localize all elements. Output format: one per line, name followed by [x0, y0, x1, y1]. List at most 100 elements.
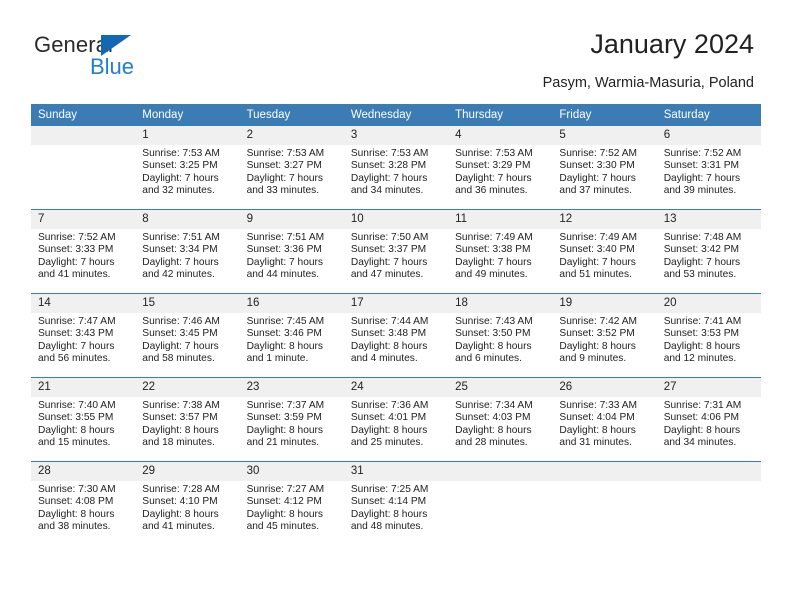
- day-box: 12 Sunrise: 7:49 AM Sunset: 3:40 PM Dayligh…: [552, 210, 657, 293]
- day-details: Sunrise: 7:34 AM Sunset: 4:03 PM Daylight:…: [448, 397, 552, 450]
- calendar-day-cell[interactable]: 26 Sunrise: 7:33 AM Sunset: 4:04 PM Dayligh…: [552, 377, 657, 462]
- calendar-day-cell[interactable]: 29 Sunrise: 7:28 AM Sunset: 4:10 PM Dayligh…: [135, 461, 240, 545]
- sunset-text: Sunset: 4:08 PM: [38, 496, 114, 508]
- daylight-text: Daylight: 8 hours and 4 minutes.: [350, 340, 428, 365]
- day-details: Sunrise: 7:52 AM Sunset: 3:31 PM Daylight:…: [657, 145, 761, 198]
- calendar-page: General Blue January 2024 Pasym, Warmia-…: [0, 0, 792, 612]
- calendar-day-cell[interactable]: 8 Sunrise: 7:51 AM Sunset: 3:34 PM Daylight…: [135, 209, 240, 294]
- sunrise-text: Sunrise: 7:51 AM: [142, 232, 220, 243]
- calendar-day-cell[interactable]: 31 Sunrise: 7:25 AM Sunset: 4:14 PM Dayligh…: [343, 461, 449, 545]
- day-details: Sunrise: 7:45 AM Sunset: 3:46 PM Daylight:…: [240, 313, 344, 366]
- sunrise-text: Sunrise: 7:53 AM: [246, 148, 325, 159]
- daylight-text: Daylight: 8 hours and 12 minutes.: [663, 340, 741, 365]
- calendar-day-cell[interactable]: 22 Sunrise: 7:38 AM Sunset: 3:57 PM Dayligh…: [135, 377, 240, 462]
- day-details: Sunrise: 7:46 AM Sunset: 3:45 PM Daylight:…: [135, 313, 239, 366]
- day-details: Sunrise: 7:52 AM Sunset: 3:33 PM Daylight:…: [31, 229, 135, 282]
- sunrise-text: Sunrise: 7:48 AM: [663, 232, 742, 243]
- calendar-day-cell[interactable]: 6 Sunrise: 7:52 AM Sunset: 3:31 PM Daylight…: [656, 126, 761, 210]
- calendar-day-cell[interactable]: 11 Sunrise: 7:49 AM Sunset: 3:38 PM Dayligh…: [448, 209, 553, 294]
- sunrise-text: Sunrise: 7:53 AM: [455, 148, 533, 159]
- day-box: 5 Sunrise: 7:52 AM Sunset: 3:30 PM Daylight…: [552, 126, 657, 209]
- day-number: 14: [31, 294, 136, 313]
- day-details: Sunrise: 7:27 AM Sunset: 4:12 PM Daylight:…: [240, 481, 344, 534]
- calendar-day-cell[interactable]: 20 Sunrise: 7:41 AM Sunset: 3:53 PM Dayligh…: [656, 293, 761, 378]
- page-subtitle-location: Pasym, Warmia-Masuria, Poland: [542, 75, 754, 91]
- day-number: 23: [239, 378, 344, 397]
- calendar-week-row: 21 Sunrise: 7:40 AM Sunset: 3:55 PM Dayligh…: [31, 377, 761, 462]
- day-number: 19: [552, 294, 657, 313]
- calendar-day-cell-empty: [31, 126, 136, 210]
- day-box: 26 Sunrise: 7:33 AM Sunset: 4:04 PM Dayligh…: [552, 378, 657, 461]
- calendar-day-cell[interactable]: 17 Sunrise: 7:44 AM Sunset: 3:48 PM Dayligh…: [343, 293, 449, 378]
- sunset-text: Sunset: 3:59 PM: [246, 412, 322, 424]
- day-box: [31, 126, 136, 209]
- sunset-text: Sunset: 3:53 PM: [663, 328, 740, 340]
- day-box: 25 Sunrise: 7:34 AM Sunset: 4:03 PM Dayligh…: [448, 378, 553, 461]
- sunrise-text: Sunrise: 7:37 AM: [246, 400, 325, 411]
- calendar-day-cell[interactable]: 12 Sunrise: 7:49 AM Sunset: 3:40 PM Dayligh…: [552, 209, 657, 294]
- sunrise-text: Sunrise: 7:49 AM: [559, 232, 637, 243]
- daylight-text: Daylight: 7 hours and 56 minutes.: [38, 340, 115, 365]
- sunrise-text: Sunrise: 7:52 AM: [559, 148, 637, 159]
- sunrise-text: Sunrise: 7:34 AM: [455, 400, 533, 411]
- day-details: Sunrise: 7:31 AM Sunset: 4:06 PM Daylight:…: [657, 397, 761, 450]
- sunset-text: Sunset: 3:45 PM: [142, 328, 218, 340]
- daylight-text: Daylight: 8 hours and 6 minutes.: [455, 340, 532, 365]
- sunset-text: Sunset: 3:31 PM: [663, 160, 740, 172]
- daylight-text: Daylight: 8 hours and 1 minute.: [246, 340, 324, 365]
- daylight-text: Daylight: 7 hours and 32 minutes.: [142, 172, 219, 197]
- day-box: [656, 462, 761, 545]
- day-details: Sunrise: 7:53 AM Sunset: 3:25 PM Daylight:…: [135, 145, 239, 198]
- calendar-day-cell[interactable]: 28 Sunrise: 7:30 AM Sunset: 4:08 PM Dayligh…: [31, 461, 136, 545]
- calendar-day-cell[interactable]: 4 Sunrise: 7:53 AM Sunset: 3:29 PM Daylight…: [448, 126, 553, 210]
- calendar-day-cell[interactable]: 18 Sunrise: 7:43 AM Sunset: 3:50 PM Dayligh…: [448, 293, 553, 378]
- day-number: 31: [343, 462, 449, 481]
- calendar-day-cell[interactable]: 21 Sunrise: 7:40 AM Sunset: 3:55 PM Dayligh…: [31, 377, 136, 462]
- sunset-text: Sunset: 3:42 PM: [663, 244, 740, 256]
- daylight-text: Daylight: 7 hours and 58 minutes.: [142, 340, 219, 365]
- calendar-day-cell[interactable]: 25 Sunrise: 7:34 AM Sunset: 4:03 PM Dayligh…: [448, 377, 553, 462]
- day-box: 6 Sunrise: 7:52 AM Sunset: 3:31 PM Daylight…: [656, 126, 761, 209]
- calendar-day-cell[interactable]: 2 Sunrise: 7:53 AM Sunset: 3:27 PM Daylight…: [239, 126, 344, 210]
- sunrise-text: Sunrise: 7:33 AM: [559, 400, 637, 411]
- calendar-day-cell[interactable]: 14 Sunrise: 7:47 AM Sunset: 3:43 PM Dayligh…: [31, 293, 136, 378]
- sunrise-text: Sunrise: 7:52 AM: [663, 148, 742, 159]
- sunrise-text: Sunrise: 7:41 AM: [663, 316, 742, 327]
- brand-logo[interactable]: General Blue: [34, 32, 214, 84]
- sunset-text: Sunset: 3:40 PM: [559, 244, 635, 256]
- day-number: 2: [239, 126, 344, 145]
- day-details: Sunrise: 7:40 AM Sunset: 3:55 PM Daylight:…: [31, 397, 135, 450]
- calendar-header-row: Sunday Monday Tuesday Wednesday Thursday…: [31, 104, 761, 126]
- daylight-text: Daylight: 8 hours and 9 minutes.: [559, 340, 636, 365]
- sunset-text: Sunset: 4:01 PM: [350, 412, 427, 424]
- day-box: 22 Sunrise: 7:38 AM Sunset: 3:57 PM Dayligh…: [135, 378, 240, 461]
- sunset-text: Sunset: 3:55 PM: [38, 412, 114, 424]
- day-box: [552, 462, 657, 545]
- calendar-day-cell[interactable]: 23 Sunrise: 7:37 AM Sunset: 3:59 PM Dayligh…: [239, 377, 344, 462]
- calendar-week-row: 14 Sunrise: 7:47 AM Sunset: 3:43 PM Dayligh…: [31, 293, 761, 378]
- calendar-body: 1 Sunrise: 7:53 AM Sunset: 3:25 PM Daylight…: [31, 126, 761, 545]
- calendar-day-cell[interactable]: 5 Sunrise: 7:52 AM Sunset: 3:30 PM Daylight…: [552, 126, 657, 210]
- sunrise-text: Sunrise: 7:49 AM: [455, 232, 533, 243]
- calendar-day-cell[interactable]: 27 Sunrise: 7:31 AM Sunset: 4:06 PM Dayligh…: [656, 377, 761, 462]
- calendar-day-cell[interactable]: 1 Sunrise: 7:53 AM Sunset: 3:25 PM Daylight…: [135, 126, 240, 210]
- sunrise-text: Sunrise: 7:25 AM: [350, 484, 429, 495]
- sunset-text: Sunset: 3:28 PM: [350, 160, 427, 172]
- calendar-day-cell[interactable]: 9 Sunrise: 7:51 AM Sunset: 3:36 PM Daylight…: [239, 209, 344, 294]
- calendar-day-cell[interactable]: 19 Sunrise: 7:42 AM Sunset: 3:52 PM Dayligh…: [552, 293, 657, 378]
- calendar-day-cell[interactable]: 16 Sunrise: 7:45 AM Sunset: 3:46 PM Dayligh…: [239, 293, 344, 378]
- sunrise-text: Sunrise: 7:53 AM: [350, 148, 429, 159]
- sunrise-text: Sunrise: 7:30 AM: [38, 484, 116, 495]
- sunset-text: Sunset: 3:27 PM: [246, 160, 322, 172]
- calendar-day-cell[interactable]: 3 Sunrise: 7:53 AM Sunset: 3:28 PM Daylight…: [343, 126, 449, 210]
- day-box: 8 Sunrise: 7:51 AM Sunset: 3:34 PM Daylight…: [135, 210, 240, 293]
- calendar-day-cell[interactable]: 30 Sunrise: 7:27 AM Sunset: 4:12 PM Dayligh…: [239, 461, 344, 545]
- sunset-text: Sunset: 4:10 PM: [142, 496, 218, 508]
- calendar-day-cell[interactable]: 24 Sunrise: 7:36 AM Sunset: 4:01 PM Dayligh…: [343, 377, 449, 462]
- calendar-day-cell[interactable]: 10 Sunrise: 7:50 AM Sunset: 3:37 PM Dayligh…: [343, 209, 449, 294]
- calendar-day-cell[interactable]: 13 Sunrise: 7:48 AM Sunset: 3:42 PM Dayligh…: [656, 209, 761, 294]
- daylight-text: Daylight: 8 hours and 18 minutes.: [142, 424, 219, 449]
- calendar-day-cell[interactable]: 15 Sunrise: 7:46 AM Sunset: 3:45 PM Dayligh…: [135, 293, 240, 378]
- sunset-text: Sunset: 3:34 PM: [142, 244, 218, 256]
- calendar-day-cell[interactable]: 7 Sunrise: 7:52 AM Sunset: 3:33 PM Daylight…: [31, 209, 136, 294]
